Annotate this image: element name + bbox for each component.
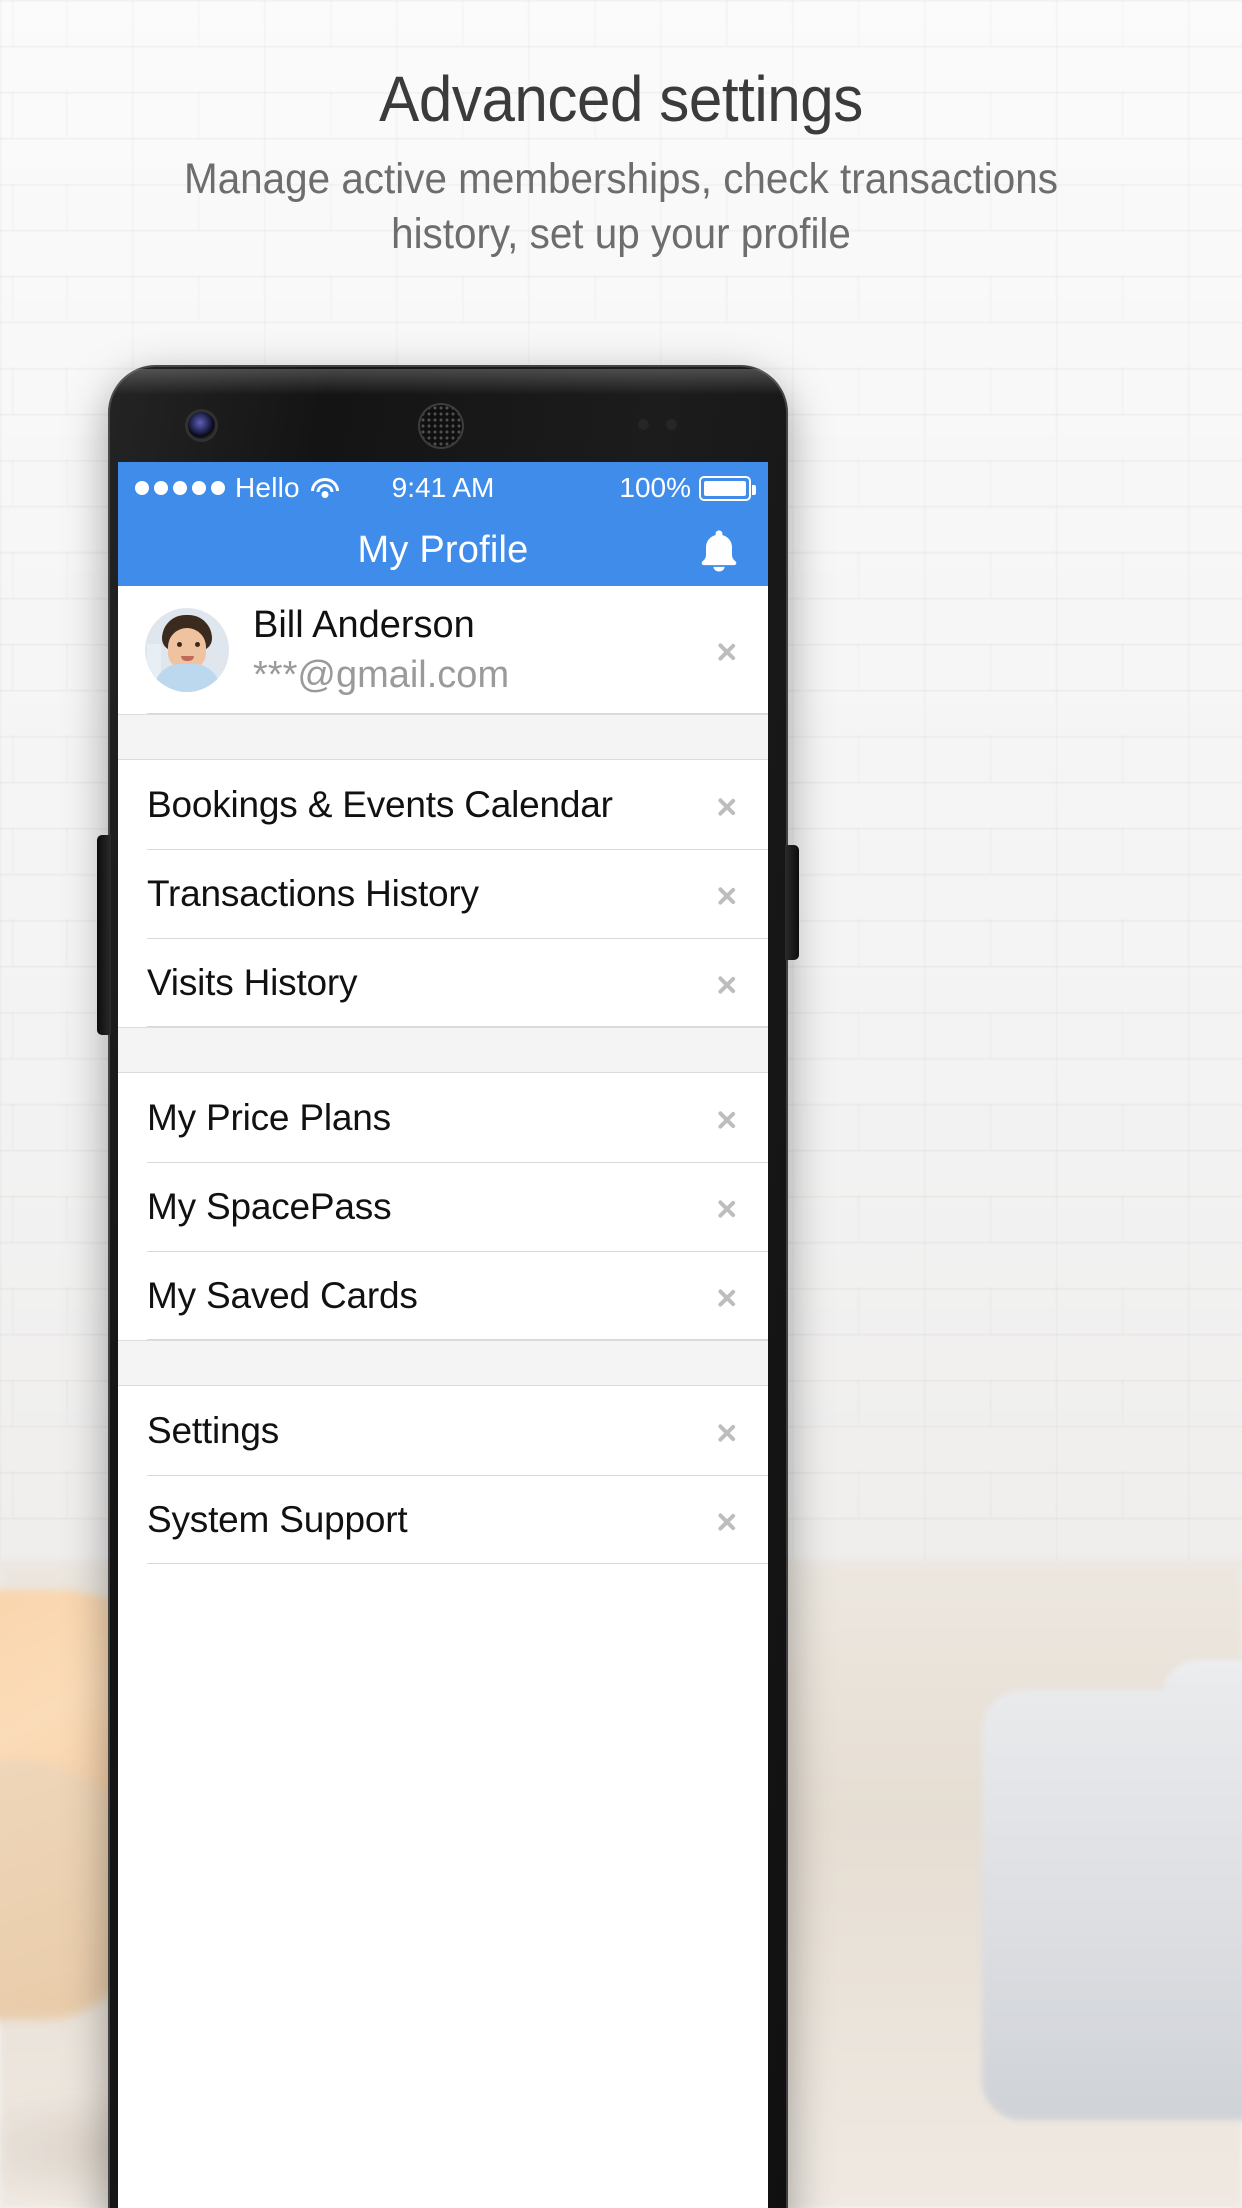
page-title: Advanced settings bbox=[379, 63, 863, 135]
list-item-label: System Support bbox=[147, 1498, 408, 1540]
list-item-label: My Price Plans bbox=[147, 1096, 391, 1138]
settings-list: Bill Anderson ***@gmail.com Bookings & E… bbox=[118, 586, 768, 1564]
list-item[interactable]: My Saved Cards bbox=[118, 1251, 768, 1340]
settings-group-2: My Price Plans My SpacePass My Saved Car… bbox=[118, 1073, 768, 1340]
battery-percent-label: 100% bbox=[619, 472, 692, 503]
list-item[interactable]: System Support bbox=[118, 1475, 768, 1564]
chevron-right-icon bbox=[717, 633, 736, 667]
list-item-label: Settings bbox=[147, 1409, 280, 1451]
list-item-label: Bookings & Events Calendar bbox=[147, 783, 613, 825]
status-bar: Hello 9:41 AM 100% bbox=[118, 462, 768, 514]
status-bar-right: 100% bbox=[494, 472, 757, 504]
earpiece-speaker-icon bbox=[420, 405, 462, 447]
sofa-decoration bbox=[982, 1690, 1242, 2120]
list-item[interactable]: Settings bbox=[118, 1386, 768, 1475]
volume-button[interactable] bbox=[97, 835, 111, 1035]
list-item[interactable]: My Price Plans bbox=[118, 1073, 768, 1162]
proximity-sensor-icon bbox=[638, 419, 649, 430]
chevron-right-icon bbox=[717, 1279, 736, 1313]
phone-top-highlight bbox=[114, 369, 782, 395]
profile-row[interactable]: Bill Anderson ***@gmail.com bbox=[118, 586, 768, 714]
profile-email: ***@gmail.com bbox=[253, 653, 510, 696]
settings-group-3: Settings System Support bbox=[118, 1386, 768, 1564]
chevron-right-icon bbox=[717, 877, 736, 911]
list-item[interactable]: Bookings & Events Calendar bbox=[118, 760, 768, 849]
chevron-right-icon bbox=[717, 788, 736, 822]
profile-name: Bill Anderson bbox=[253, 603, 475, 646]
list-item[interactable]: Visits History bbox=[118, 938, 768, 1027]
list-item[interactable]: My SpacePass bbox=[118, 1162, 768, 1251]
nav-bar: My Profile bbox=[118, 514, 768, 586]
wifi-icon bbox=[310, 477, 340, 499]
phone-screen: Hello 9:41 AM 100% My Profile Bill Ander… bbox=[118, 462, 768, 2208]
profile-text: Bill Anderson ***@gmail.com bbox=[253, 601, 717, 700]
profile-block: Bill Anderson ***@gmail.com bbox=[118, 586, 768, 714]
list-item-label: Visits History bbox=[147, 961, 358, 1003]
list-item[interactable]: Transactions History bbox=[118, 849, 768, 938]
headline-block: Advanced settings Manage active membersh… bbox=[0, 0, 1242, 262]
avatar bbox=[145, 608, 229, 692]
power-button[interactable] bbox=[785, 845, 799, 960]
group-gap bbox=[118, 1340, 768, 1386]
status-bar-left: Hello bbox=[135, 472, 392, 504]
front-camera-icon bbox=[188, 412, 215, 439]
carrier-label: Hello bbox=[235, 472, 300, 503]
phone-mockup: Hello 9:41 AM 100% My Profile Bill Ander… bbox=[83, 365, 810, 2208]
page-subtitle: Manage active memberships, check transac… bbox=[184, 155, 1058, 258]
chevron-right-icon bbox=[717, 1414, 736, 1448]
chevron-right-icon bbox=[717, 1190, 736, 1224]
chevron-right-icon bbox=[717, 1503, 736, 1537]
chevron-right-icon bbox=[717, 1101, 736, 1135]
list-item-label: Transactions History bbox=[147, 872, 479, 914]
chevron-right-icon bbox=[717, 966, 736, 1000]
bell-icon[interactable] bbox=[698, 527, 740, 573]
signal-strength-icon bbox=[135, 481, 225, 495]
group-gap bbox=[118, 1027, 768, 1073]
list-item-label: My Saved Cards bbox=[147, 1274, 418, 1316]
list-item-label: My SpacePass bbox=[147, 1185, 392, 1227]
nav-title: My Profile bbox=[357, 528, 529, 571]
group-gap bbox=[118, 714, 768, 760]
settings-group-1: Bookings & Events Calendar Transactions … bbox=[118, 760, 768, 1027]
light-sensor-icon bbox=[666, 419, 677, 430]
battery-full-icon bbox=[699, 475, 757, 501]
status-bar-clock: 9:41 AM bbox=[391, 472, 495, 503]
